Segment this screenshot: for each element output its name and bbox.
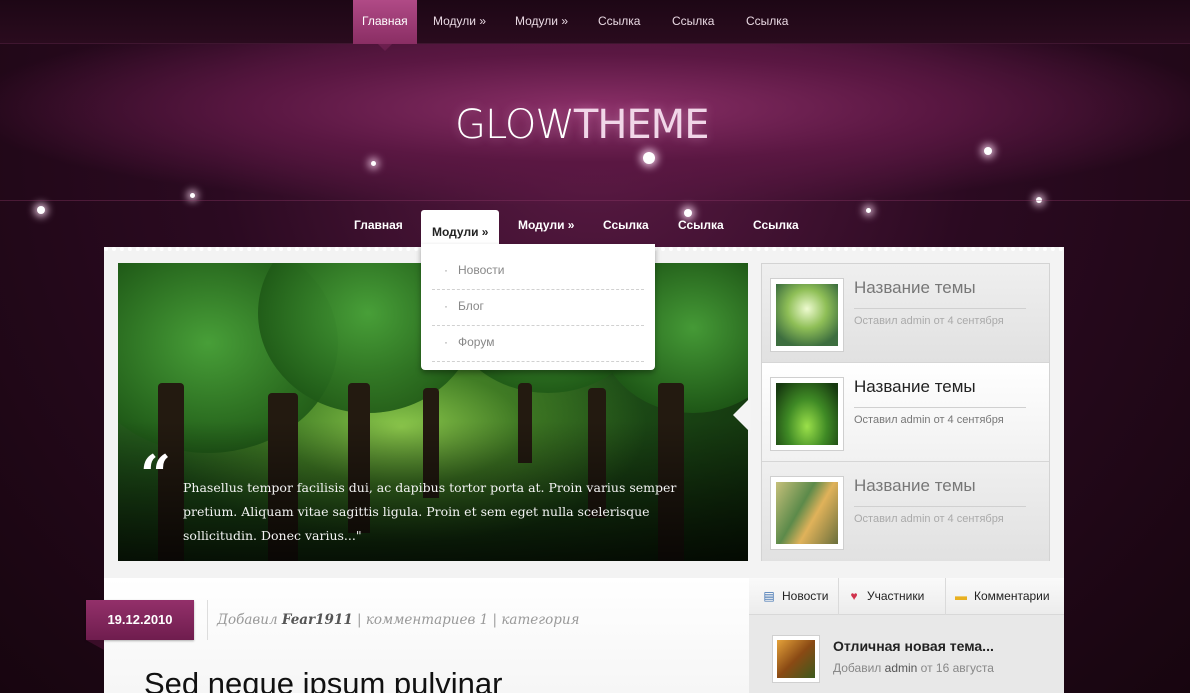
tab-comments-label: Комментарии xyxy=(974,589,1050,603)
top-navigation: Главная Модули » Модули » Ссылка Ссылка … xyxy=(0,0,1190,51)
comment-icon: ▬ xyxy=(955,589,967,603)
dropdown-item-blog[interactable]: Блог xyxy=(432,290,644,326)
logo-theme: THEME xyxy=(573,102,710,148)
topnav-link-2[interactable]: Ссылка xyxy=(663,0,723,44)
mainnav-home[interactable]: Главная xyxy=(354,218,403,232)
mainnav-link-3[interactable]: Ссылка xyxy=(753,218,799,232)
featured-meta: Оставил admin от 4 сентября xyxy=(854,506,1026,525)
featured-thumbnail xyxy=(770,476,844,550)
featured-thumb-list: Название темы Оставил admin от 4 сентябр… xyxy=(761,263,1050,561)
dropdown-item-forum[interactable]: Форум xyxy=(432,326,644,362)
featured-thumbnail xyxy=(770,278,844,352)
sparkle-decoration xyxy=(984,147,992,155)
featured-title: Название темы xyxy=(854,377,976,396)
sparkle-decoration xyxy=(643,152,655,164)
topnav-home[interactable]: Главная xyxy=(353,0,417,51)
news-icon: ▤ xyxy=(763,589,775,603)
featured-item[interactable]: Название темы Оставил admin от 4 сентябр… xyxy=(762,462,1049,561)
topnav-link-3[interactable]: Ссылка xyxy=(737,0,797,44)
main-navigation: Главная Модули » Модули » Ссылка Ссылка … xyxy=(0,200,1190,250)
heart-icon: ♥ xyxy=(850,589,858,603)
featured-title: Название темы xyxy=(854,278,976,297)
topnav-modules-2[interactable]: Модули » xyxy=(506,0,577,44)
post-author-link[interactable]: Fear1911 xyxy=(282,612,353,628)
featured-item-active[interactable]: Название темы Оставил admin от 4 сентябр… xyxy=(762,363,1049,462)
topnav-modules-1[interactable]: Модули » xyxy=(424,0,495,44)
featured-title: Название темы xyxy=(854,476,976,495)
sidebar-news-meta: Добавил admin от 16 августа xyxy=(833,661,994,675)
featured-item[interactable]: Название темы Оставил admin от 4 сентябр… xyxy=(762,264,1049,363)
slider-quote-text: Phasellus tempor facilisis dui, ac dapib… xyxy=(183,480,677,543)
tab-comments[interactable]: ▬ Комментарии xyxy=(945,578,1050,615)
sparkle-decoration xyxy=(190,193,195,198)
featured-meta: Оставил admin от 4 сентября xyxy=(854,407,1026,426)
tab-members[interactable]: ♥ Участники xyxy=(838,578,924,615)
featured-thumbnail xyxy=(770,377,844,451)
post-meta: Добавил Fear1911 | комментариев 1 | кате… xyxy=(207,600,579,640)
quote-icon: “ xyxy=(140,443,172,507)
sidebar-news-thumbnail[interactable] xyxy=(772,635,820,683)
tab-news[interactable]: ▤ Новости xyxy=(754,578,828,615)
tab-news-label: Новости xyxy=(782,589,829,603)
featured-meta: Оставил admin от 4 сентября xyxy=(854,308,1026,327)
sparkle-decoration xyxy=(371,161,376,166)
mainnav-modules-2[interactable]: Модули » xyxy=(518,218,574,232)
dropdown-item-news[interactable]: Новости xyxy=(432,254,644,290)
post-meta-prefix: Добавил xyxy=(217,612,278,628)
post-title[interactable]: Sed neque ipsum pulvinar xyxy=(144,664,502,693)
topnav-link-1[interactable]: Ссылка xyxy=(589,0,649,44)
mainnav-link-2[interactable]: Ссылка xyxy=(678,218,724,232)
post-date-badge: 19.12.2010 xyxy=(86,600,194,650)
active-item-pointer xyxy=(733,397,751,433)
mainnav-link-1[interactable]: Ссылка xyxy=(603,218,649,232)
sidebar-news-title[interactable]: Отличная новая тема... xyxy=(833,638,994,654)
post-comments[interactable]: | комментариев 1 | категория xyxy=(357,612,579,628)
sidebar-meta-date: от 16 августа xyxy=(920,661,994,675)
site-logo[interactable]: GLOWTHEME xyxy=(455,102,710,148)
sidebar-meta-prefix: Добавил xyxy=(833,661,882,675)
sidebar-author-link[interactable]: admin xyxy=(885,661,918,675)
logo-glow: GLOW xyxy=(455,102,575,148)
modules-dropdown-menu: Новости Блог Форум xyxy=(421,244,655,370)
tab-members-label: Участники xyxy=(867,589,925,603)
sidebar-tabs: ▤ Новости ♥ Участники ▬ Комментарии xyxy=(749,578,1064,615)
